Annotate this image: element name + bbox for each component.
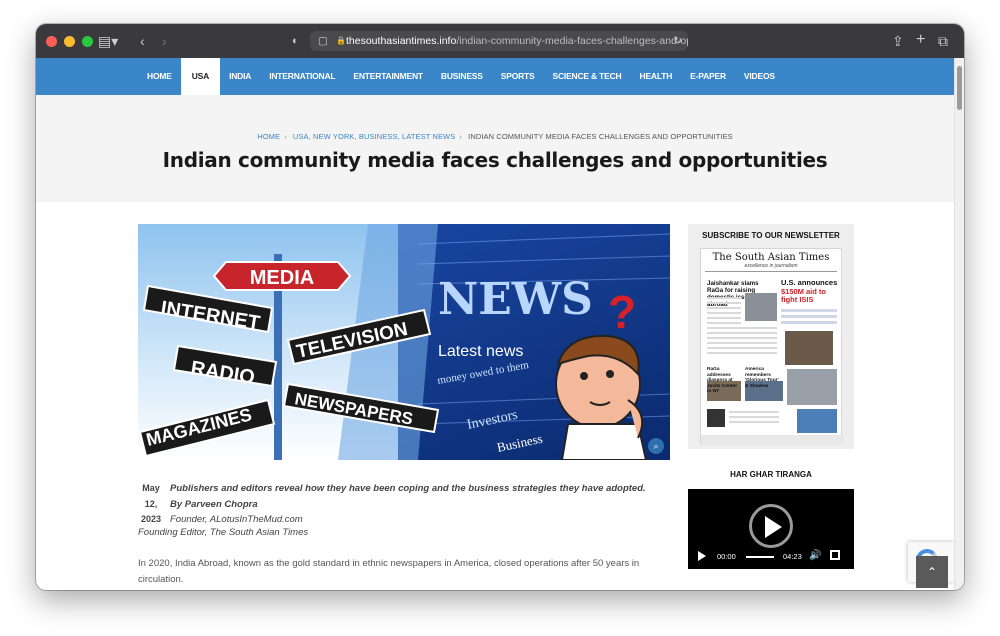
nav-usa[interactable]: USA	[180, 58, 221, 95]
back-to-top-button[interactable]: ⌃	[916, 556, 948, 588]
window-controls	[46, 36, 93, 47]
nav-entertainment[interactable]: ENTERTAINMENT	[344, 58, 432, 95]
page-scrollbar[interactable]	[954, 58, 964, 590]
scrollbar-thumb[interactable]	[957, 66, 962, 110]
page-title: Indian community media faces challenges …	[162, 148, 828, 172]
hero-word-latest: Latest news	[438, 343, 523, 360]
zoom-window-button[interactable]	[82, 36, 93, 47]
post-date: May 12, 2023	[138, 481, 164, 528]
article-meta: Publishers and editors reveal how they h…	[170, 481, 646, 528]
article-lede: Publishers and editors reveal how they h…	[170, 483, 646, 494]
breadcrumb-latest-news[interactable]: LATEST NEWS	[402, 132, 455, 141]
video-progress-track[interactable]	[746, 556, 774, 558]
newsletter-heading: SUBSCRIBE TO OUR NEWSLETTER	[702, 231, 840, 240]
nav-business[interactable]: BUSINESS	[432, 58, 492, 95]
main-nav: HOME USA INDIA INTERNATIONAL ENTERTAINME…	[36, 58, 954, 95]
breadcrumb-new-york[interactable]: NEW YORK,	[313, 132, 357, 141]
share-icon[interactable]: ⇪	[892, 32, 904, 50]
address-bar[interactable]: ▢ 🔒 thesouthasiantimes.info/indian-commu…	[310, 31, 688, 51]
date-month: May	[142, 483, 160, 493]
video-player[interactable]: 00:00 04:23 🔊	[688, 489, 854, 569]
article-byline: By Parveen Chopra	[170, 498, 258, 510]
minimize-window-button[interactable]	[64, 36, 75, 47]
reload-icon[interactable]: ↻	[673, 31, 682, 51]
nav-health[interactable]: HEALTH	[631, 58, 682, 95]
privacy-shield-icon[interactable]: ◐	[292, 32, 299, 50]
video-controls: 00:00 04:23 🔊	[688, 550, 854, 564]
new-tab-icon[interactable]: +	[916, 31, 925, 49]
sidebar-toggle-icon[interactable]: ▤▾	[98, 32, 118, 50]
breadcrumb-home[interactable]: HOME	[257, 132, 280, 141]
play-small-icon[interactable]	[698, 551, 706, 561]
nav-home[interactable]: HOME	[138, 58, 181, 95]
back-icon[interactable]: ‹	[140, 32, 145, 50]
nav-videos[interactable]: VIDEOS	[735, 58, 784, 95]
author-founder: Founder, ALotusInTheMud.com	[170, 514, 303, 525]
hero-image[interactable]: NEWS Latest news money owed to them Inve…	[138, 224, 670, 460]
article-header: HOME › USA, NEW YORK, BUSINESS, LATEST NE…	[36, 95, 954, 202]
question-mark-icon: ?	[608, 286, 636, 338]
url-host: thesouthasiantimes.info	[346, 35, 457, 47]
date-year: 2023	[140, 514, 162, 524]
nav-sports[interactable]: SPORTS	[492, 58, 544, 95]
paper-caption-2: America remembers 'Glorious Tour' & Shad…	[745, 367, 779, 389]
breadcrumb-current: INDIAN COMMUNITY MEDIA FACES CHALLENGES …	[468, 132, 733, 141]
volume-icon[interactable]: 🔊	[809, 550, 821, 561]
reader-icon[interactable]: ▢	[318, 31, 328, 51]
breadcrumb: HOME › USA, NEW YORK, BUSINESS, LATEST NE…	[257, 132, 733, 141]
browser-window: ▤▾ ‹ › ◐ ▢ 🔒 thesouthasiantimes.info/ind…	[36, 24, 964, 590]
paper-caption-1: RaGa addresses diaspora at Javits Center…	[707, 367, 738, 394]
nav-international[interactable]: INTERNATIONAL	[260, 58, 344, 95]
play-icon[interactable]	[765, 516, 782, 538]
url-path: /indian-community-media-faces-challenges…	[456, 35, 688, 47]
date-day: 12,	[144, 498, 158, 509]
tab-overview-icon[interactable]: ⧉	[938, 32, 948, 50]
breadcrumb-business[interactable]: BUSINESS,	[359, 132, 400, 141]
chevron-up-icon: ⌃	[926, 565, 938, 579]
article-paragraph: In 2020, India Abroad, known as the gold…	[138, 558, 640, 585]
lock-icon: 🔒	[336, 36, 346, 45]
browser-titlebar: ▤▾ ‹ › ◐ ▢ 🔒 thesouthasiantimes.info/ind…	[36, 24, 964, 58]
har-ghar-tiranga-heading: HAR GHAR TIRANGA	[730, 470, 812, 479]
forward-icon[interactable]: ›	[162, 32, 167, 50]
fullscreen-icon[interactable]	[830, 550, 840, 560]
close-window-button[interactable]	[46, 36, 57, 47]
hero-word-news: NEWS	[438, 274, 593, 325]
newspaper-cover-image[interactable]: The South Asian Times excellence in jour…	[700, 248, 843, 445]
nav-science-tech[interactable]: SCIENCE & TECH	[544, 58, 631, 95]
breadcrumb-usa[interactable]: USA,	[293, 132, 311, 141]
paper-layout-graphic	[701, 293, 843, 445]
sign-media: MEDIA	[250, 267, 314, 289]
newsletter-widget: SUBSCRIBE TO OUR NEWSLETTER The South As…	[688, 224, 854, 449]
nav-india[interactable]: INDIA	[220, 58, 260, 95]
video-current-time: 00:00	[717, 552, 736, 561]
author-editor: Founding Editor, The South Asian Times	[138, 527, 309, 538]
zoom-image-icon[interactable]: ⌕	[648, 438, 664, 454]
media-signpost-illustration: NEWS Latest news money owed to them Inve…	[138, 224, 670, 460]
nav-e-paper[interactable]: E-PAPER	[681, 58, 735, 95]
video-duration: 04:23	[783, 552, 802, 561]
